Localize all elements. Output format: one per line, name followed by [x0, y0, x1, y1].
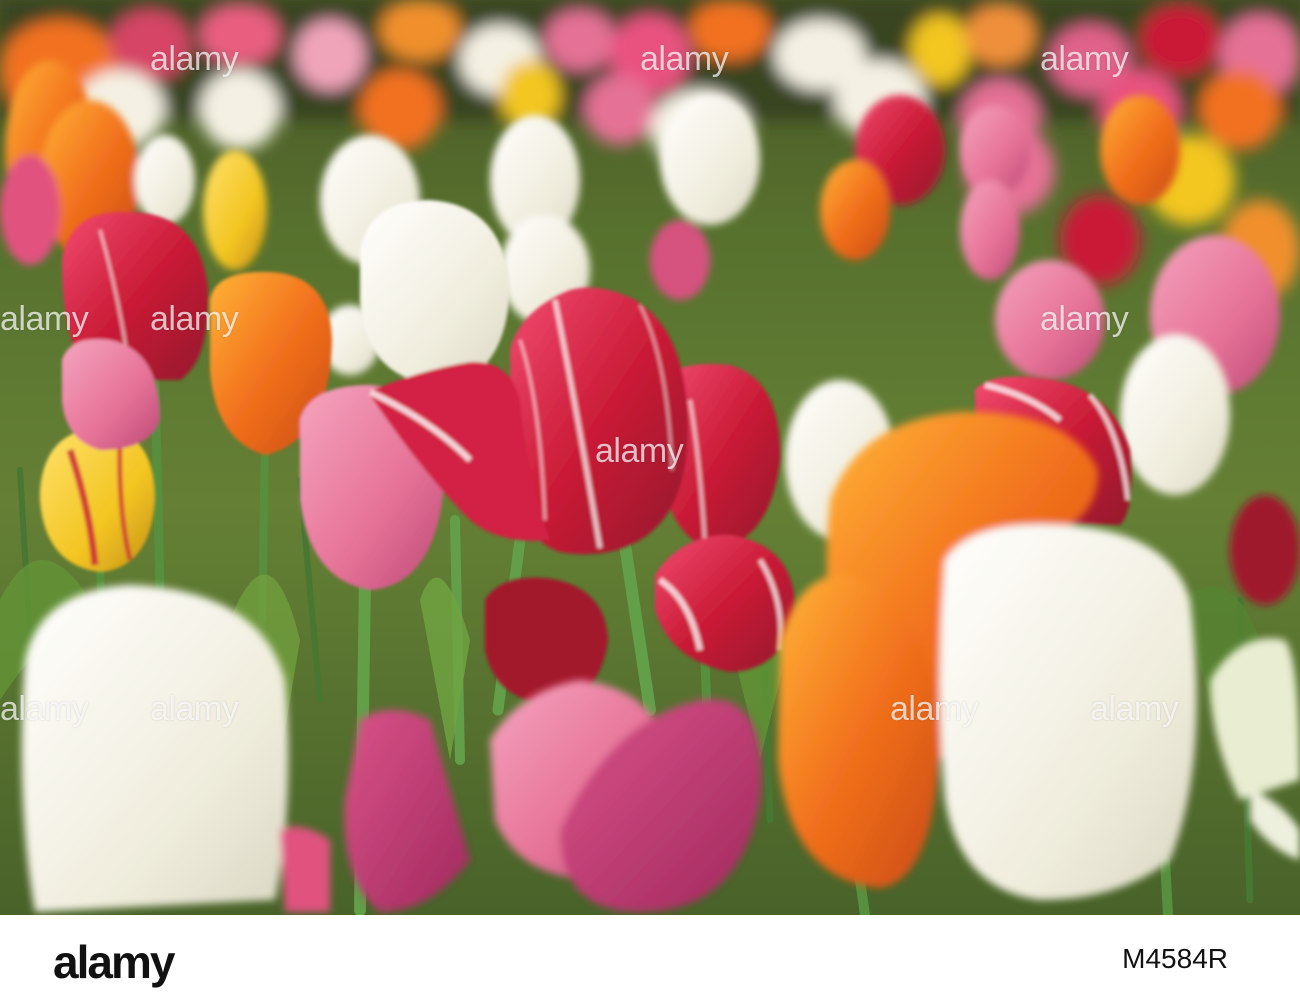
image-id: M4584R — [1122, 943, 1228, 974]
tulip-photo: alamy alamy alamy alamy alamy alamy alam… — [0, 0, 1300, 915]
alamy-logo: alamy — [53, 936, 175, 988]
footer-bar: alamy M4584R — [0, 915, 1300, 1005]
tulip-field-illustration — [0, 0, 1300, 915]
